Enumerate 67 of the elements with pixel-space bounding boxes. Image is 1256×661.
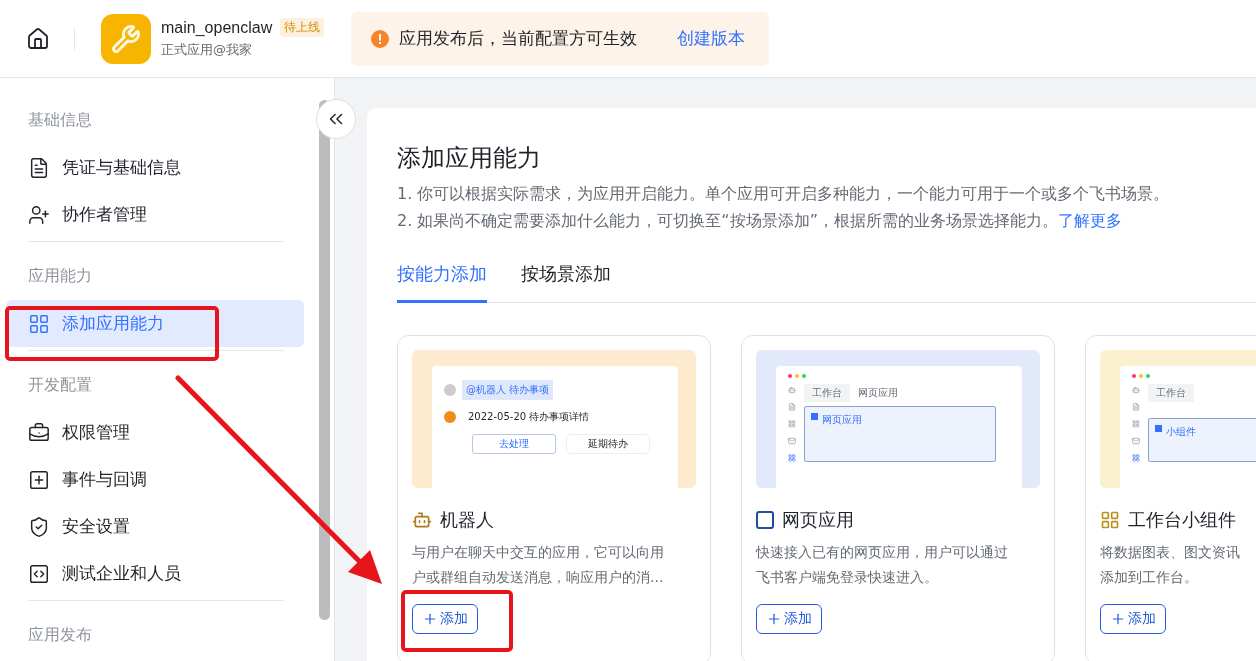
doc-icon (1132, 403, 1140, 411)
app-panel: 小组件 (1148, 418, 1256, 462)
scrollbar[interactable] (319, 100, 330, 620)
sidebar-item[interactable]: 添加应用能力 (6, 300, 304, 347)
sidebar-item[interactable]: 测试企业和人员 (6, 550, 304, 597)
avatar-icon (444, 384, 456, 396)
home-button[interactable] (26, 26, 50, 51)
status-badge: 待上线 (280, 18, 325, 37)
app-panel: 网页应用 (804, 406, 996, 462)
bot-icon (1132, 386, 1140, 394)
card-description: 快速接入已有的网页应用，用户可以通过 飞书客户端免登录快速进入。 (756, 543, 1009, 587)
preview-action: 去处理 (472, 434, 556, 454)
apps-icon (788, 454, 796, 462)
bot-icon (788, 386, 796, 394)
grid-icon (1132, 420, 1140, 428)
sidebar-item[interactable]: 安全设置 (6, 503, 304, 550)
mail-icon (1132, 437, 1140, 445)
briefcase-icon (28, 421, 50, 444)
message-text: 2022-05-20 待办事项详情 (468, 410, 590, 424)
card-description: 将数据图表、图文资讯 添加到工作台。 (1100, 543, 1241, 587)
sidebar-item[interactable]: 凭证与基础信息 (6, 144, 304, 191)
card-title: 工作台小组件 (1128, 508, 1236, 532)
mail-icon (788, 437, 796, 445)
instruction-text: 2. 如果尚不确定需要添加什么能力，可切换至“按场景添加”，根据所需的业务场景选择能力。了解更多 (397, 211, 1123, 232)
add-button[interactable]: 添加 (756, 604, 822, 634)
grid-icon (788, 420, 796, 428)
grid-icon (28, 312, 50, 335)
group-title: 应用发布 (27, 624, 93, 646)
app-subtitle: 正式应用@我家 (161, 41, 253, 59)
widget-grid-icon (1100, 510, 1120, 530)
mention-chip: @机器人 待办事项 (462, 380, 554, 400)
document-icon (28, 156, 50, 179)
apps-icon (1132, 454, 1140, 462)
robot-icon (412, 510, 432, 530)
learn-more-link[interactable]: 了解更多 (1057, 211, 1122, 230)
card-description: 与用户在聊天中交互的应用，它可以向用 户或群组自动发送消息，响应用户的消... (412, 543, 665, 587)
tab[interactable]: 按场景添加 (521, 262, 611, 303)
group-title: 应用能力 (27, 265, 93, 287)
create-version-link[interactable]: 创建版本 (677, 27, 745, 50)
doc-icon (788, 403, 796, 411)
user-plus-icon (28, 203, 50, 226)
bot-avatar-icon (444, 411, 456, 423)
wrench-app-icon (101, 13, 151, 64)
plus-icon (1110, 611, 1126, 627)
group-title: 基础信息 (27, 109, 93, 131)
plus-icon (766, 611, 782, 627)
card-title: 网页应用 (782, 508, 854, 532)
sidebar-item[interactable]: 事件与回调 (6, 456, 304, 503)
sidebar-item[interactable]: 协作者管理 (6, 191, 304, 238)
window-dots-icon (788, 374, 806, 378)
add-button[interactable]: 添加 (412, 604, 478, 634)
card-title: 机器人 (440, 508, 494, 532)
tab[interactable]: 按能力添加 (397, 262, 487, 303)
page-title: 添加应用能力 (397, 143, 542, 174)
shield-check-icon (28, 515, 50, 538)
square-plus-icon (28, 468, 50, 491)
notice-text: 应用发布后，当前配置方可生效 (399, 27, 637, 50)
plus-icon (422, 611, 438, 627)
code-icon (28, 562, 50, 585)
app-name: main_openclaw (161, 18, 273, 37)
preview-action: 延期待办 (566, 434, 650, 454)
instruction-text: 1. 你可以根据实际需求，为应用开启能力。单个应用可开启多种能力，一个能力可用于一个或多个飞书场景。 (397, 184, 1171, 205)
window-dots-icon (1132, 374, 1150, 378)
group-title: 开发配置 (27, 374, 93, 396)
warning-icon (371, 29, 389, 48)
add-button[interactable]: 添加 (1100, 604, 1166, 634)
sidebar-item[interactable]: 权限管理 (6, 409, 304, 456)
